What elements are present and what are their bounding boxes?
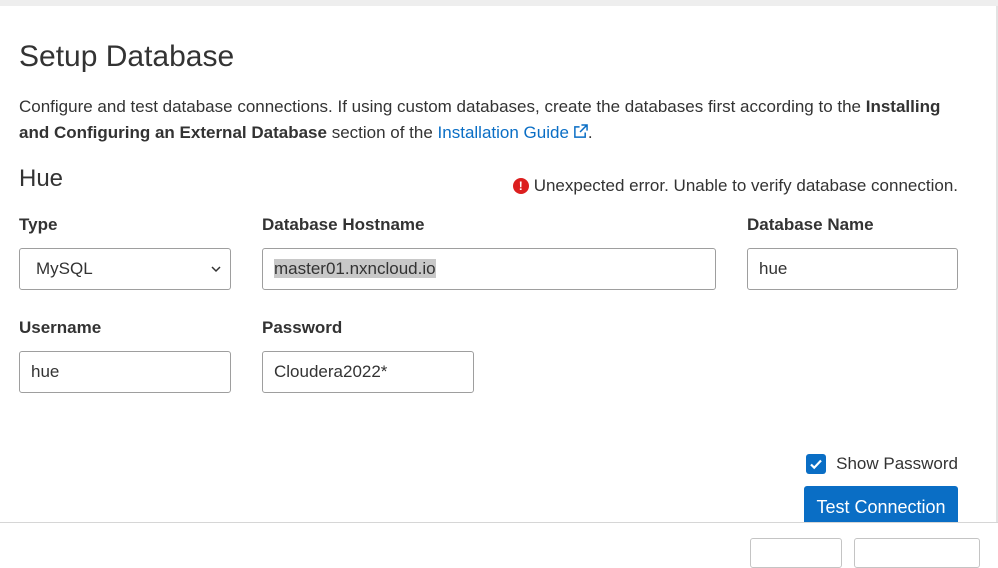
page-title: Setup Database [19, 40, 235, 73]
hostname-value: master01.nxncloud.io [274, 259, 436, 278]
footer-back-button[interactable] [750, 538, 842, 568]
error-text: Unexpected error. Unable to verify datab… [533, 176, 958, 195]
intro-middle: section of the [331, 123, 433, 142]
username-value: hue [31, 362, 60, 381]
password-label: Password [262, 318, 343, 337]
intro-text: Configure and test database connections.… [19, 94, 949, 147]
hostname-label: Database Hostname [262, 215, 425, 234]
show-password-label: Show Password [836, 454, 958, 473]
show-password-checkbox[interactable] [806, 454, 827, 474]
type-select[interactable]: MySQL [19, 248, 231, 290]
external-link-icon [573, 121, 588, 147]
database-name-value: hue [759, 259, 788, 278]
footer-bar [0, 522, 998, 568]
type-label: Type [19, 215, 58, 234]
database-name-input[interactable]: hue [747, 248, 958, 290]
username-label: Username [19, 318, 102, 337]
password-input[interactable]: Cloudera2022* [262, 351, 474, 393]
checkmark-icon [810, 459, 822, 470]
show-password-toggle[interactable]: Show Password [806, 453, 958, 475]
installation-guide-link[interactable]: Installation Guide [438, 123, 588, 142]
type-select-value: MySQL [36, 259, 93, 278]
username-input[interactable]: hue [19, 351, 231, 393]
error-circle-icon: ! [512, 178, 529, 194]
password-value: Cloudera2022* [274, 362, 388, 381]
connection-error-message: ! Unexpected error. Unable to verify dat… [512, 175, 958, 197]
test-connection-button[interactable]: Test Connection [804, 486, 958, 526]
section-title-hue: Hue [19, 165, 64, 192]
database-name-label: Database Name [747, 215, 874, 234]
intro-end: . [587, 123, 593, 142]
top-strip [0, 0, 998, 6]
chevron-down-icon [211, 266, 221, 273]
hostname-input[interactable]: master01.nxncloud.io [262, 248, 716, 290]
installation-guide-label: Installation Guide [437, 123, 569, 142]
footer-continue-button[interactable] [854, 538, 980, 568]
intro-sentence: Configure and test database connections.… [19, 97, 862, 116]
